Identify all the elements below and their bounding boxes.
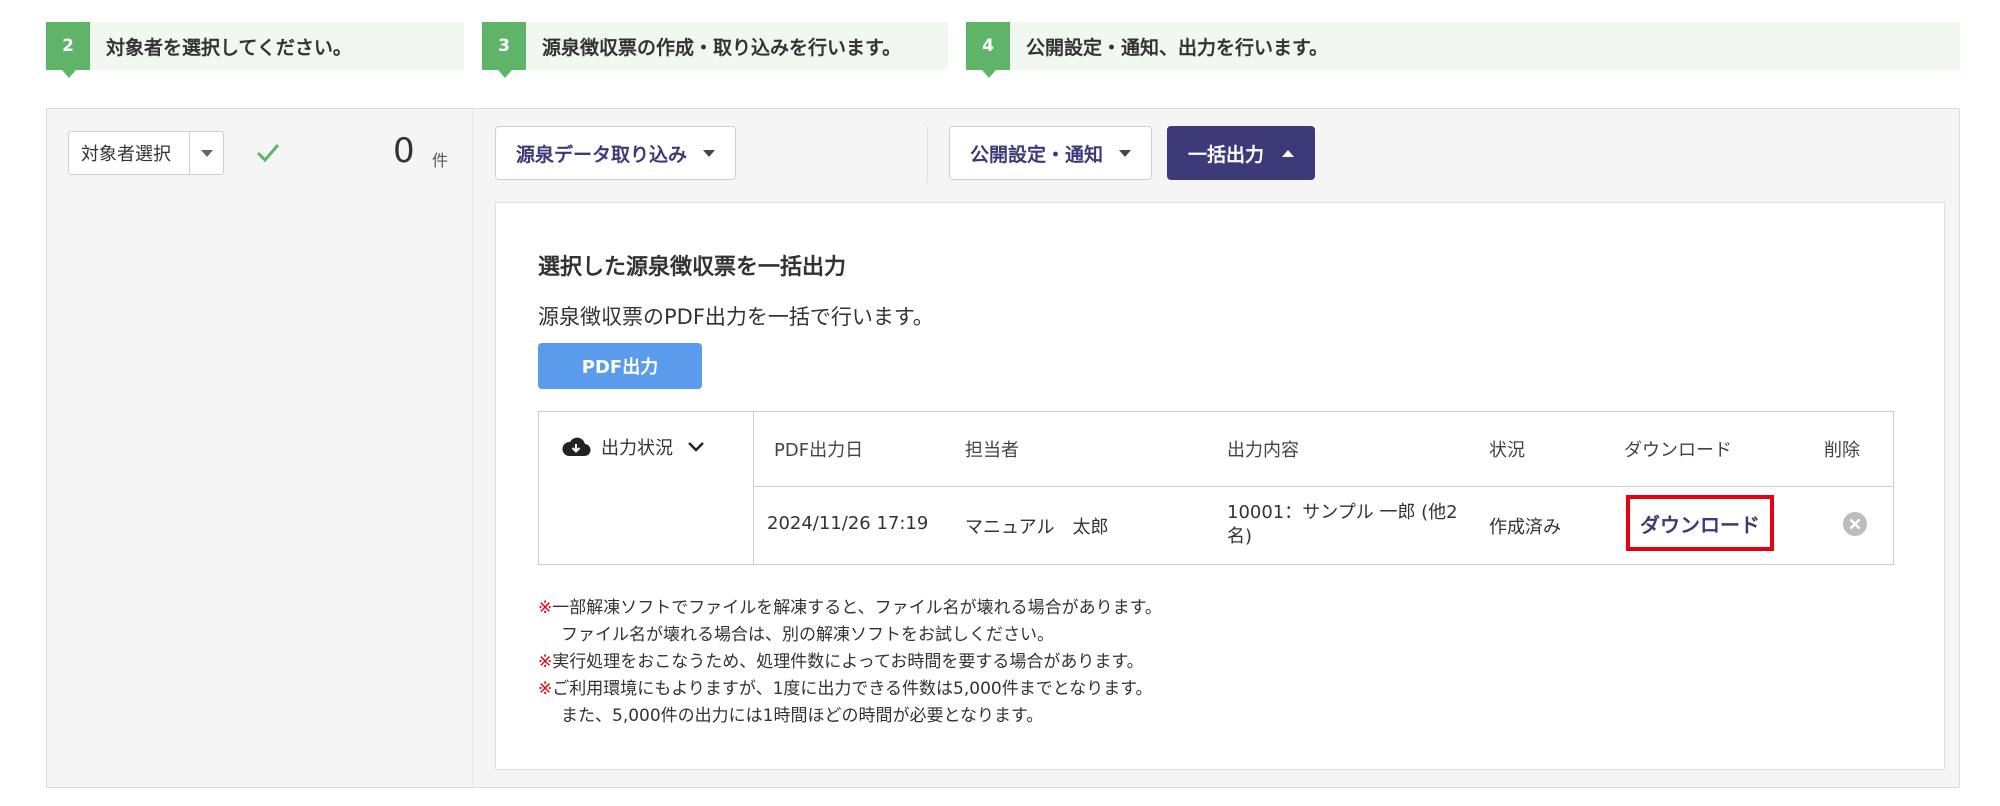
cell-content-line1: 10001：サンプル 一郎 (他2 bbox=[1227, 502, 1458, 523]
caret-up-icon bbox=[1282, 149, 1295, 157]
cell-person: マニュアル 太郎 bbox=[965, 517, 1109, 538]
download-link[interactable]: ダウンロード bbox=[1626, 495, 1774, 551]
cell-status: 作成済み bbox=[1489, 517, 1561, 538]
header-content: 出力内容 bbox=[1227, 440, 1299, 461]
import-data-button[interactable]: 源泉データ取り込み bbox=[495, 126, 737, 180]
check-icon bbox=[256, 144, 280, 163]
delete-icon[interactable] bbox=[1842, 511, 1868, 537]
header-download: ダウンロード bbox=[1624, 440, 1732, 461]
table-header: PDF出力日 担当者 出力内容 状況 ダウンロード 削除 bbox=[754, 412, 1893, 487]
selected-count: 0 bbox=[393, 131, 415, 171]
table-row: 2024/11/26 17:19 マニュアル 太郎 10001：サンプル 一郎 … bbox=[754, 487, 1893, 564]
pdf-output-button[interactable]: PDF出力 bbox=[538, 343, 702, 389]
step-number: 4 bbox=[966, 22, 1010, 78]
main-panel: 対象者選択 0 件 源泉データ取り込み 公開設定・通知 一括出力 選択した源泉徴… bbox=[46, 108, 1960, 788]
step-label: 源泉徴収票の作成・取り込みを行います。 bbox=[542, 36, 902, 59]
panel-description: 源泉徴収票のPDF出力を一括で行います。 bbox=[538, 305, 934, 329]
output-status-toggle[interactable]: 出力状況 bbox=[561, 434, 715, 460]
output-status-label: 出力状況 bbox=[601, 438, 673, 459]
cell-content-line2: 名) bbox=[1227, 526, 1253, 547]
toolbar-divider bbox=[927, 126, 928, 182]
output-status-table: 出力状況 PDF出力日 担当者 出力内容 状況 ダウンロード 削除 2024/1… bbox=[538, 411, 1894, 565]
caret-down-icon bbox=[703, 149, 716, 157]
step-4: 4 公開設定・通知、出力を行います。 bbox=[966, 22, 1960, 78]
step-2: 2 対象者を選択してください。 bbox=[46, 22, 464, 78]
note-line: ファイル名が壊れる場合は、別の解凍ソフトをお試しください。 bbox=[561, 625, 1054, 645]
chevron-down-icon bbox=[688, 442, 704, 452]
step-number: 2 bbox=[46, 22, 90, 78]
header-person: 担当者 bbox=[965, 440, 1019, 461]
step-label: 公開設定・通知、出力を行います。 bbox=[1026, 36, 1329, 59]
step-label: 対象者を選択してください。 bbox=[106, 36, 352, 59]
status-toggle-cell: 出力状況 bbox=[539, 412, 754, 564]
cloud-download-icon bbox=[562, 437, 591, 457]
bulk-output-panel: 選択した源泉徴収票を一括出力 源泉徴収票のPDF出力を一括で行います。 PDF出… bbox=[495, 202, 1945, 770]
count-unit: 件 bbox=[432, 151, 449, 170]
target-select-dropdown[interactable]: 対象者選択 bbox=[68, 131, 224, 175]
bulk-output-button[interactable]: 一括出力 bbox=[1167, 126, 1316, 180]
step-number: 3 bbox=[482, 22, 526, 78]
panel-title: 選択した源泉徴収票を一括出力 bbox=[538, 255, 847, 280]
note-line: ※一部解凍ソフトでファイルを解凍すると、ファイル名が壊れる場合があります。 bbox=[538, 598, 1162, 618]
cell-content: 10001：サンプル 一郎 (他2 名) bbox=[1227, 501, 1458, 549]
target-panel: 対象者選択 0 件 bbox=[47, 109, 473, 787]
note-line: また、5,000件の出力には1時間ほどの時間が必要となります。 bbox=[561, 706, 1044, 726]
header-delete: 削除 bbox=[1824, 440, 1860, 461]
import-data-label: 源泉データ取り込み bbox=[516, 143, 688, 166]
step-3: 3 源泉徴収票の作成・取り込みを行います。 bbox=[482, 22, 948, 78]
caret-down-icon bbox=[1119, 149, 1132, 157]
header-pdf-date: PDF出力日 bbox=[774, 440, 864, 461]
cell-pdf-date: 2024/11/26 17:19 bbox=[767, 513, 929, 534]
target-select-label: 対象者選択 bbox=[81, 144, 171, 165]
chevron-down-icon[interactable] bbox=[189, 132, 223, 174]
header-status: 状況 bbox=[1489, 440, 1525, 461]
note-line: ※ご利用環境にもよりますが、1度に出力できる件数は5,000件までとなります。 bbox=[538, 679, 1153, 699]
step-indicator: 2 対象者を選択してください。 3 源泉徴収票の作成・取り込みを行います。 4 … bbox=[46, 22, 1960, 78]
publish-notify-button[interactable]: 公開設定・通知 bbox=[949, 126, 1153, 180]
note-line: ※実行処理をおこなうため、処理件数によってお時間を要する場合があります。 bbox=[538, 652, 1144, 672]
publish-notify-label: 公開設定・通知 bbox=[970, 143, 1104, 166]
bulk-output-label: 一括出力 bbox=[1188, 143, 1265, 166]
notes: ※一部解凍ソフトでファイルを解凍すると、ファイル名が壊れる場合があります。 ファ… bbox=[538, 595, 1162, 730]
